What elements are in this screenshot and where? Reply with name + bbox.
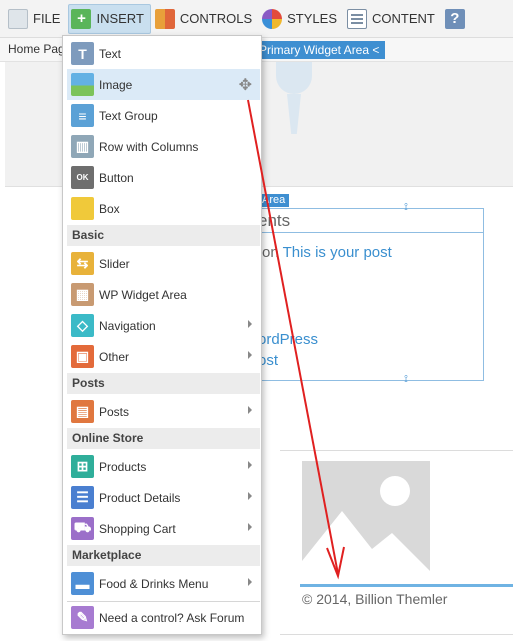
widget-text: on This is your post [262,244,392,261]
menu-item-slider[interactable]: ⇆ Slider [67,248,260,279]
forum-icon: ✎ [71,606,94,629]
product-details-icon: ☰ [71,486,94,509]
menu-item-label: Row with Columns [99,139,199,154]
navigation-icon: ◇ [71,314,94,337]
widget-title-divider [258,232,484,233]
top-toolbar: FILE + INSERT CONTROLS STYLES CONTENT ? [0,0,513,38]
styles-label: STYLES [287,11,337,26]
menu-item-navigation[interactable]: ◇ Navigation [67,310,260,341]
shopping-cart-icon: ⛟ [71,517,94,540]
content-label: CONTENT [372,11,435,26]
content-icon [347,8,367,29]
menu-item-label: Button [99,170,134,185]
menu-item-label: Shopping Cart [99,521,176,536]
menu-item-food-drinks-menu[interactable]: ▬ Food & Drinks Menu [67,568,260,599]
footer-bottom-line [280,634,513,635]
submenu-arrow-icon [248,492,252,500]
image-placeholder[interactable] [302,461,430,582]
widget-title: ents [258,211,291,230]
widget-wordpress-link[interactable]: ordPress [258,331,318,348]
text-group-icon: ≡ [71,104,94,127]
menu-item-label: Text Group [99,108,158,123]
other-icon: ▣ [71,345,94,368]
menu-item-label: Navigation [99,318,156,333]
submenu-arrow-icon [248,578,252,586]
section-marketplace: Marketplace [67,545,260,566]
help-button[interactable]: ? [443,4,476,34]
image-icon [71,73,94,96]
widget-post-link[interactable]: This is your post [283,244,392,261]
widget-text-prefix: on [262,244,279,261]
section-divider [280,450,513,451]
slider-icon: ⇆ [71,252,94,275]
menu-item-wp-widget-area[interactable]: ▦ WP Widget Area [67,279,260,310]
section-online-store: Online Store [67,428,260,449]
menu-item-label: Products [99,459,147,474]
controls-icon [154,8,175,29]
submenu-arrow-icon [248,320,252,328]
footer-copyright: © 2014, Billion Themler [302,591,448,607]
file-menu-button[interactable]: FILE [6,4,66,34]
columns-icon: ▥ [71,135,94,158]
submenu-arrow-icon [248,523,252,531]
menu-item-label: Image [99,77,133,92]
button-icon: OK [71,166,94,189]
menu-item-label: Other [99,349,130,364]
insert-dropdown-menu: T Text Image ✥ ≡ Text Group ▥ Row with C… [62,35,262,635]
controls-label: CONTROLS [179,11,253,26]
help-icon: ? [444,8,465,29]
menu-item-label: Need a control? Ask Forum [99,610,245,625]
file-icon [8,8,28,29]
box-icon [71,197,94,220]
section-basic: Basic [67,225,260,246]
menu-item-products[interactable]: ⊞ Products [67,451,260,482]
move-icon[interactable]: ✥ [239,75,252,95]
menu-item-product-details[interactable]: ☰ Product Details [67,482,260,513]
menu-item-shopping-cart[interactable]: ⛟ Shopping Cart [67,513,260,544]
widget-area-icon: ▦ [71,283,94,306]
menu-item-other[interactable]: ▣ Other [67,341,260,372]
balloon-image [276,62,312,137]
submenu-arrow-icon [248,406,252,414]
menu-item-posts[interactable]: ▤ Posts [67,396,260,427]
primary-widget-area-tag[interactable]: Primary Widget Area < [253,41,386,59]
menu-item-label: WP Widget Area [99,287,187,302]
image-placeholder-icon [302,476,430,582]
products-icon: ⊞ [71,455,94,478]
controls-menu-button[interactable]: CONTROLS [153,4,258,34]
menu-item-label: Food & Drinks Menu [99,576,209,591]
widget-area-tag[interactable]: Area [258,194,290,207]
menu-item-label: Posts [99,404,130,419]
plus-icon: + [71,8,92,29]
menu-item-label: Slider [99,256,130,271]
widget-area-box[interactable] [258,208,484,381]
menu-item-row-with-columns[interactable]: ▥ Row with Columns [67,131,260,162]
content-menu-button[interactable]: CONTENT [345,4,441,34]
menu-item-button[interactable]: OK Button [67,162,260,193]
food-menu-icon: ▬ [71,572,94,595]
insert-label: INSERT [96,11,144,26]
posts-icon: ▤ [71,400,94,423]
text-icon: T [71,42,94,65]
breadcrumb[interactable]: Home Pag [8,42,65,56]
menu-item-label: Box [99,201,120,216]
menu-item-box[interactable]: Box [67,193,260,224]
menu-item-image[interactable]: Image ✥ [67,69,260,100]
resize-handle-bottom[interactable]: ⟟ [401,375,411,385]
styles-menu-button[interactable]: STYLES [260,4,343,34]
resize-handle-top[interactable]: ⟟ [401,203,411,213]
menu-item-label: Product Details [99,490,181,505]
file-label: FILE [33,11,61,26]
section-posts: Posts [67,373,260,394]
submenu-arrow-icon [248,461,252,469]
menu-item-text[interactable]: T Text [67,38,260,69]
menu-item-text-group[interactable]: ≡ Text Group [67,100,260,131]
menu-item-label: Text [99,46,122,61]
footer-divider [300,584,513,587]
styles-icon [262,8,283,29]
insert-menu-button[interactable]: + INSERT [68,3,151,34]
submenu-arrow-icon [248,351,252,359]
menu-item-ask-forum[interactable]: ✎ Need a control? Ask Forum [67,602,260,633]
